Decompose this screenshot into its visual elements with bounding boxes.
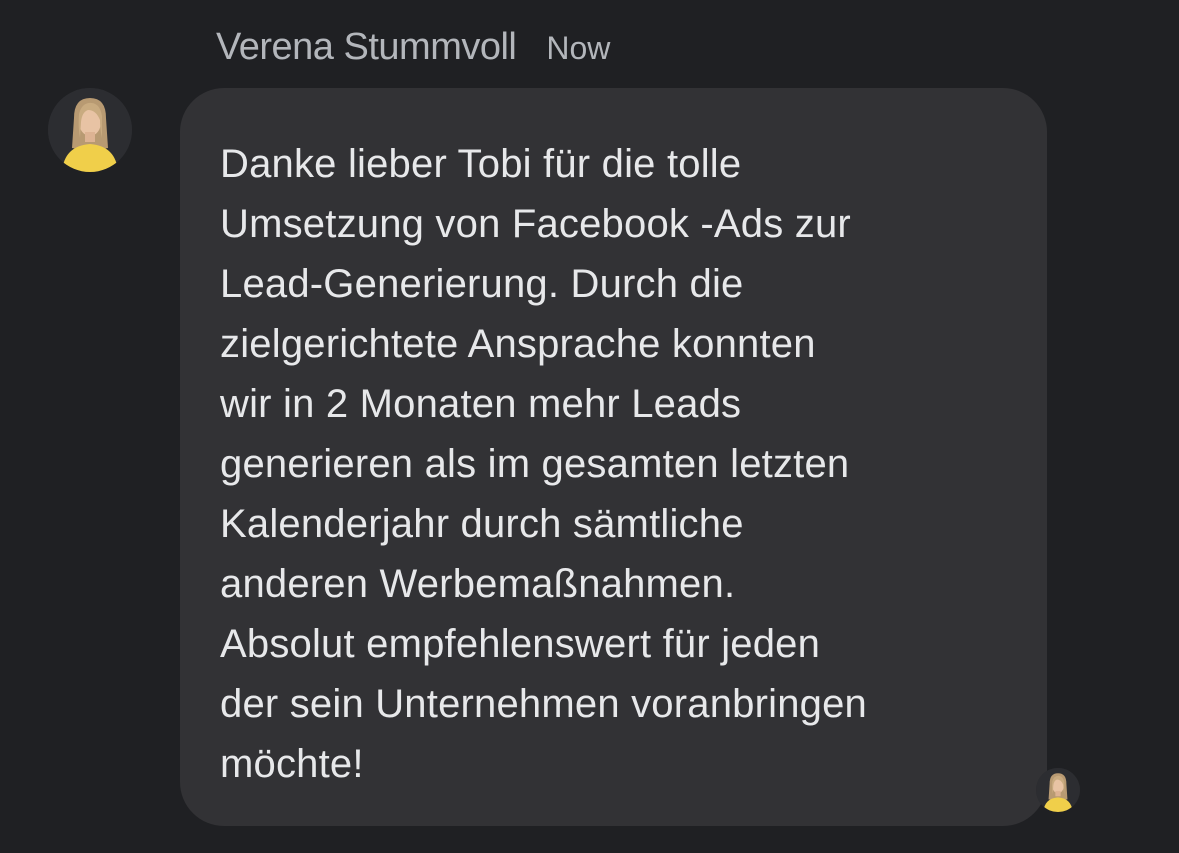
message-bubble[interactable]: Danke lieber Tobi für die tolle Umsetzun… bbox=[180, 88, 1047, 826]
read-receipt-icon bbox=[1036, 768, 1080, 812]
read-receipt-avatar bbox=[1036, 768, 1080, 812]
sender-name[interactable]: Verena Stummvoll bbox=[216, 26, 517, 69]
message-timestamp: Now bbox=[546, 30, 611, 66]
message-header: Verena Stummvoll Now bbox=[216, 26, 610, 74]
sender-avatar[interactable] bbox=[48, 88, 132, 172]
profile-photo-icon bbox=[48, 88, 132, 172]
message-text: Danke lieber Tobi für die tolle Umsetzun… bbox=[220, 142, 867, 786]
